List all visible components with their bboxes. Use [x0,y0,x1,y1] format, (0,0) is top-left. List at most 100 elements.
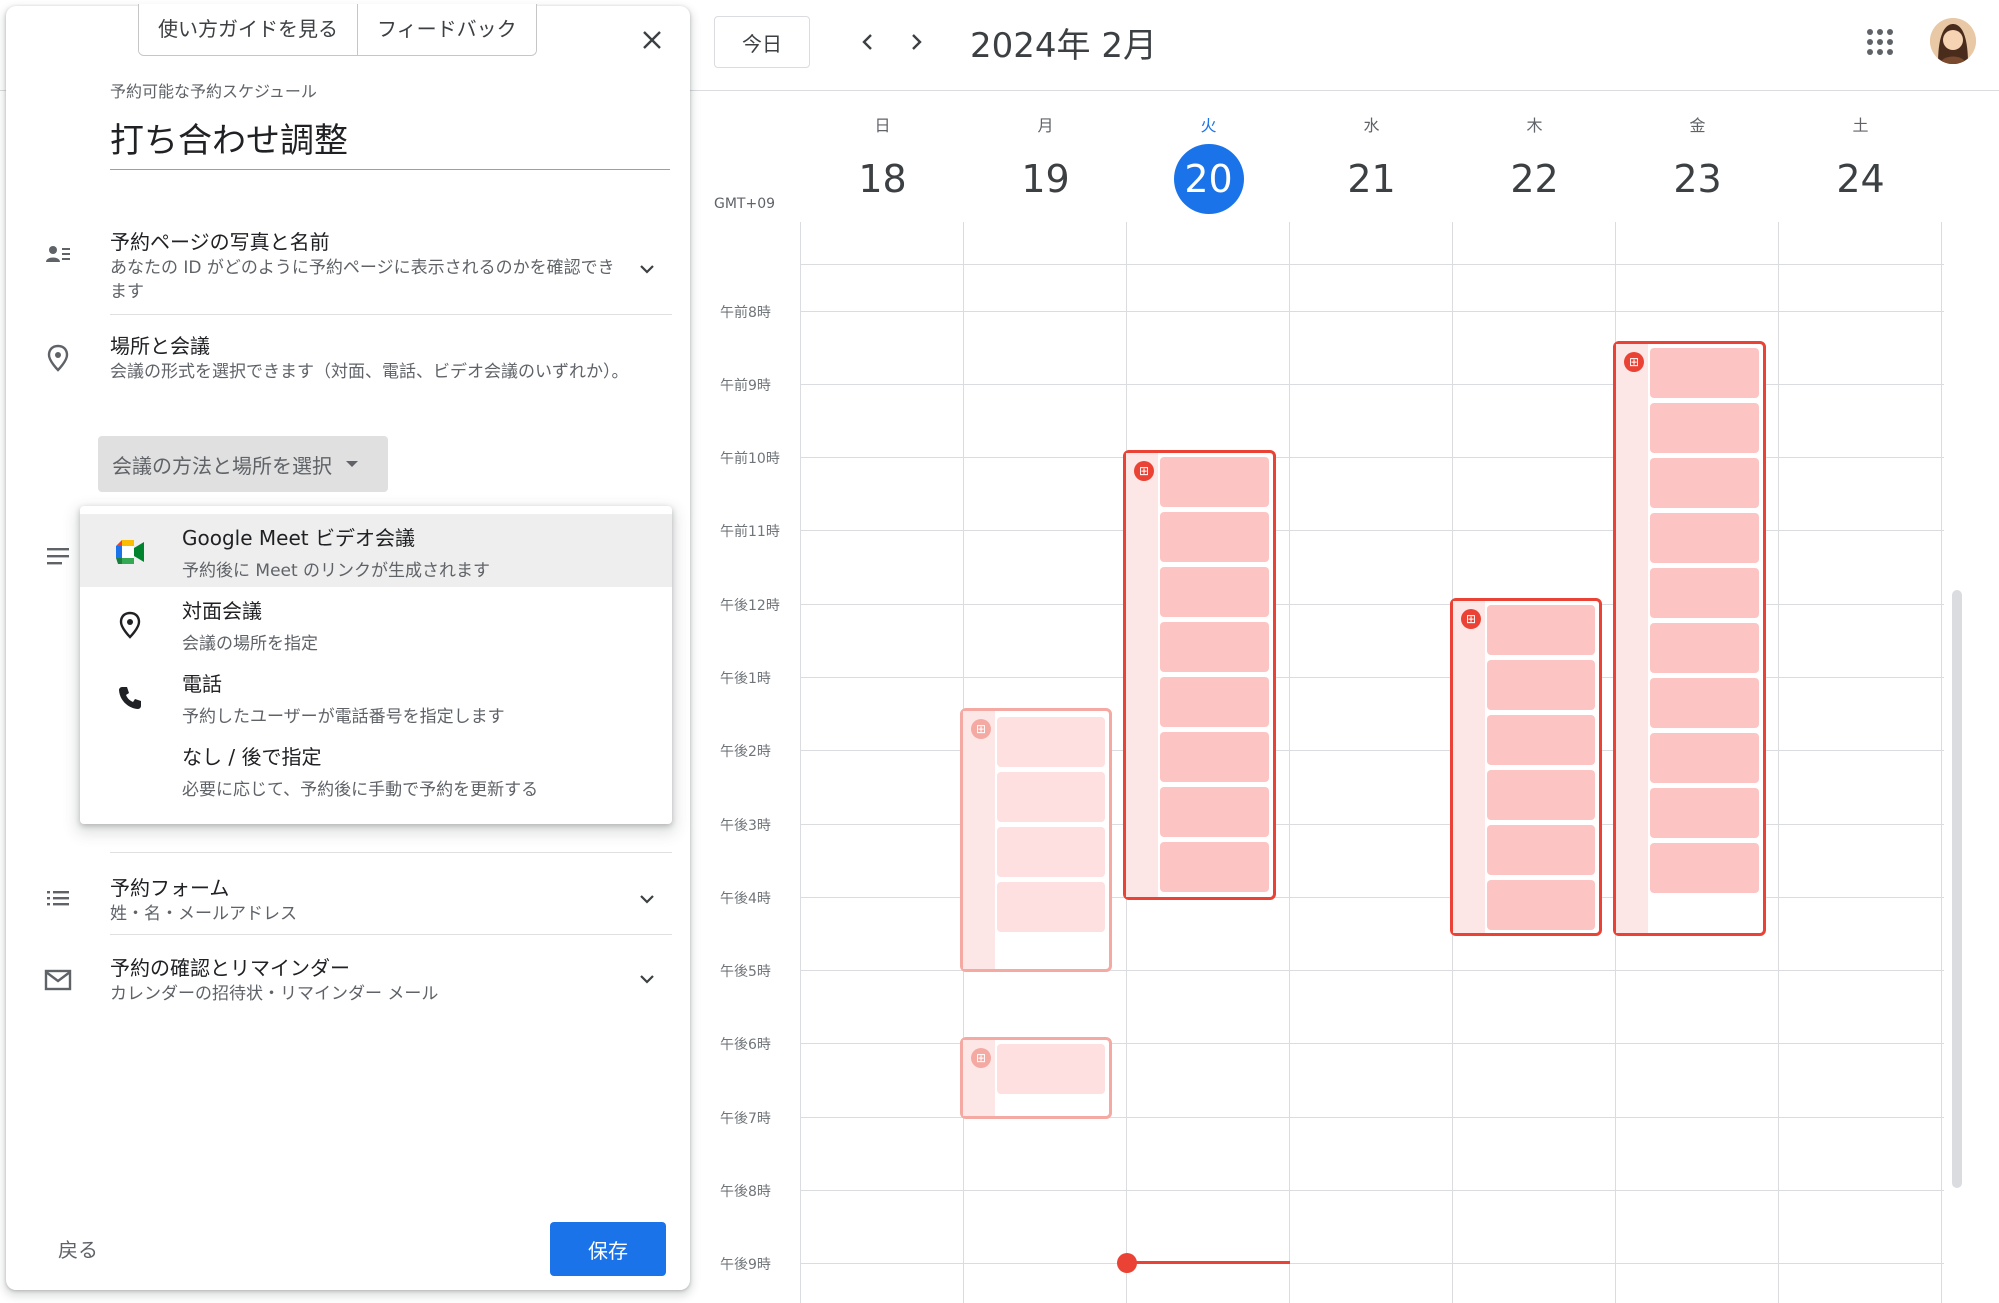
time-label: 午前11時 [720,524,780,540]
expand-button[interactable] [634,256,660,282]
appointment-slot[interactable] [1160,512,1269,562]
menu-item-title: 対面会議 [182,599,262,623]
appointment-slot[interactable] [1160,567,1269,617]
meeting-method-menu: Google Meet ビデオ会議 予約後に Meet のリンクが生成されます … [80,506,672,824]
appointment-schedule-icon: ⊞ [1624,352,1644,372]
menu-item-subtitle: 予約後に Meet のリンクが生成されます [182,561,491,581]
panel-subtitle: 予約可能な予約スケジュール [110,82,317,101]
section-title: 予約ページの写真と名前 [110,230,330,254]
menu-item-subtitle: 予約したユーザーが電話番号を指定します [182,707,505,727]
appointment-slot[interactable] [1650,788,1759,838]
appointment-strip [963,711,995,969]
appointment-slot[interactable] [1487,660,1595,710]
appointment-strip [1126,453,1158,897]
appointment-slot[interactable] [1650,403,1759,453]
expand-button[interactable] [634,966,660,992]
appointment-slot[interactable] [997,1044,1105,1094]
appointment-slot[interactable] [1650,513,1759,563]
appointment-slot[interactable] [1160,732,1269,782]
appointment-slot[interactable] [1650,348,1759,398]
appointment-slot[interactable] [1160,677,1269,727]
location-pin-icon [44,344,72,372]
expand-button[interactable] [634,886,660,912]
appointment-slot[interactable] [1487,770,1595,820]
appointment-slot[interactable] [1487,605,1595,655]
section-description: 会議の形式を選択できます（対面、電話、ビデオ会議のいずれか）。 [110,362,629,382]
section-divider [110,852,672,853]
appointment-schedule-icon: ⊞ [971,1048,991,1068]
vertical-scrollbar[interactable] [1952,590,1962,1188]
appointment-slot[interactable] [1650,733,1759,783]
menu-item-phone[interactable]: 電話 予約したユーザーが電話番号を指定します [80,660,672,733]
current-time-line [1128,1261,1290,1264]
appointment-slot[interactable] [1160,622,1269,672]
appointment-schedule-panel: 使い方ガイドを見る フィードバック 予約可能な予約スケジュール 打ち合わせ調整 … [6,4,690,1290]
time-label: 午後12時 [720,598,780,614]
section-divider [110,314,672,315]
appointment-slot[interactable] [1487,825,1595,875]
google-meet-icon [114,536,146,568]
meeting-method-select[interactable]: 会議の方法と場所を選択 [98,436,388,492]
chevron-down-icon [640,265,654,274]
menu-item-title: Google Meet ビデオ会議 [182,526,415,550]
appointment-slot[interactable] [997,772,1105,822]
time-label: 午後8時 [720,1184,771,1200]
time-label: 午前8時 [720,305,771,321]
appointment-slot[interactable] [1160,787,1269,837]
save-button[interactable]: 保存 [550,1222,666,1276]
appointment-block[interactable]: ⊞ [960,708,1112,972]
appointment-block[interactable]: ⊞ [1613,341,1766,936]
appointment-slot[interactable] [1487,715,1595,765]
appointment-slot[interactable] [997,827,1105,877]
app-root: 今日 2024年 2月 GMT+09 日 18 月 19 火 20 水 21 木… [0,0,1999,1303]
appointment-slot[interactable] [997,882,1105,932]
appointment-slot[interactable] [1160,457,1269,507]
appointment-block[interactable]: ⊞ [960,1037,1112,1119]
time-label: 午後1時 [720,671,771,687]
menu-item-none[interactable]: なし / 後で指定 必要に応じて、予約後に手動で予約を更新する [80,733,672,806]
appointment-slot[interactable] [1650,678,1759,728]
description-icon [44,542,72,570]
appointment-slot[interactable] [1650,568,1759,618]
menu-item-subtitle: 会議の場所を指定 [182,634,318,654]
section-description: あなたの ID がどのように予約ページに表示されるのかを確認できます [110,258,615,302]
appointment-block[interactable]: ⊞ [1450,598,1602,936]
appointment-slot[interactable] [1487,880,1595,930]
appointment-schedule-icon: ⊞ [1461,609,1481,629]
back-button[interactable]: 戻る [58,1234,98,1263]
select-label: 会議の方法と場所を選択 [112,453,332,478]
appointment-strip [1453,601,1485,933]
section-description: 姓・名・メールアドレス [110,904,297,924]
person-list-icon [44,240,72,268]
time-label: 午後7時 [720,1111,771,1127]
menu-item-in-person[interactable]: 対面会議 会議の場所を指定 [80,587,672,660]
time-label: 午後2時 [720,744,771,760]
guide-button[interactable]: 使い方ガイドを見る [139,4,357,55]
section-title: 予約の確認とリマインダー [110,956,350,980]
phone-icon [114,682,146,714]
schedule-title-input[interactable]: 打ち合わせ調整 [110,118,670,170]
time-label: 午後4時 [720,891,771,907]
menu-item-google-meet[interactable]: Google Meet ビデオ会議 予約後に Meet のリンクが生成されます [80,514,672,587]
appointment-slot[interactable] [1650,843,1759,893]
appointment-strip [1616,344,1648,933]
appointment-slot[interactable] [1160,842,1269,892]
appointment-slot[interactable] [1650,458,1759,508]
time-label: 午前9時 [720,378,771,394]
time-label: 午後6時 [720,1037,771,1053]
appointment-slot[interactable] [997,717,1105,767]
location-pin-icon [114,609,146,641]
appointment-block[interactable]: ⊞ [1123,450,1276,900]
menu-item-subtitle: 必要に応じて、予約後に手動で予約を更新する [182,780,539,800]
help-button-group: 使い方ガイドを見る フィードバック [138,4,537,56]
appointment-schedule-icon: ⊞ [1134,461,1154,481]
chevron-down-icon [640,895,654,904]
caret-down-icon [346,461,358,467]
menu-item-title: なし / 後で指定 [182,745,322,769]
appointment-slot[interactable] [1650,623,1759,673]
feedback-button[interactable]: フィードバック [357,4,536,55]
menu-item-title: 電話 [182,672,222,696]
close-button[interactable] [630,18,674,62]
chevron-down-icon [640,975,654,984]
time-label: 午後9時 [720,1257,771,1273]
